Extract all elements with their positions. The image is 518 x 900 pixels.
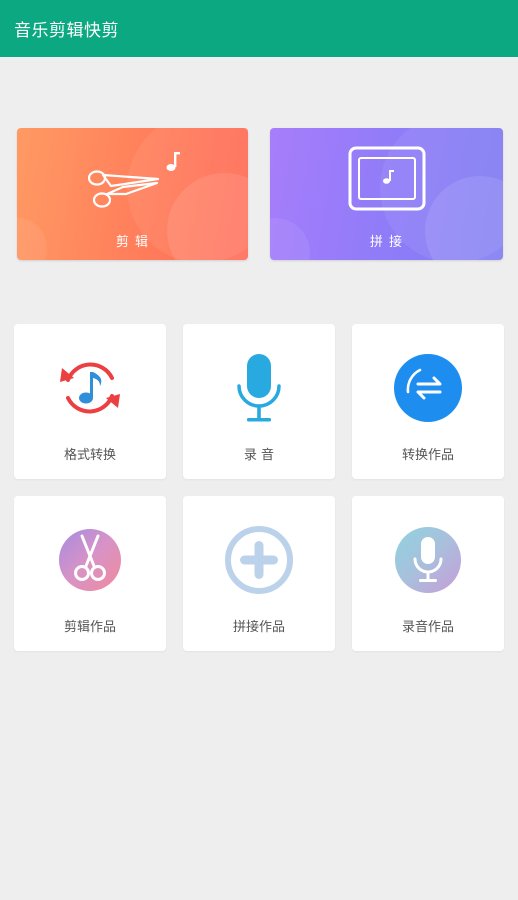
- tile-label: 转换作品: [401, 448, 454, 463]
- scissors-music-icon: [87, 152, 180, 208]
- tile-join-works[interactable]: 拼接作品: [183, 496, 335, 651]
- swap-arrows-icon: [394, 354, 462, 422]
- tile-format-convert[interactable]: 格式转换: [14, 324, 166, 479]
- tile-label: 拼接作品: [232, 620, 285, 635]
- cut-card[interactable]: 剪 辑: [17, 128, 248, 260]
- app-bar: 音乐剪辑快剪: [0, 0, 518, 57]
- tile-converted-works[interactable]: 转换作品: [352, 324, 504, 479]
- format-convert-icon: [60, 362, 120, 414]
- scissors-icon: [59, 529, 121, 591]
- tile-cut-works[interactable]: 剪辑作品: [14, 496, 166, 651]
- tile-label: 录 音: [243, 448, 275, 463]
- plus-circle-icon: [225, 526, 293, 594]
- join-card-label: 拼 接: [369, 235, 404, 250]
- tile-label: 录音作品: [401, 620, 454, 635]
- tile-label: 格式转换: [63, 448, 116, 463]
- frame-music-icon: [348, 146, 426, 211]
- tile-record-works[interactable]: 录音作品: [352, 496, 504, 651]
- cut-card-label: 剪 辑: [115, 235, 150, 250]
- microphone-icon: [237, 354, 281, 422]
- app-title: 音乐剪辑快剪: [14, 21, 119, 41]
- tile-label: 剪辑作品: [63, 620, 116, 635]
- tile-record[interactable]: 录 音: [183, 324, 335, 479]
- join-card[interactable]: 拼 接: [270, 128, 503, 260]
- mic-circle-icon: [395, 527, 461, 593]
